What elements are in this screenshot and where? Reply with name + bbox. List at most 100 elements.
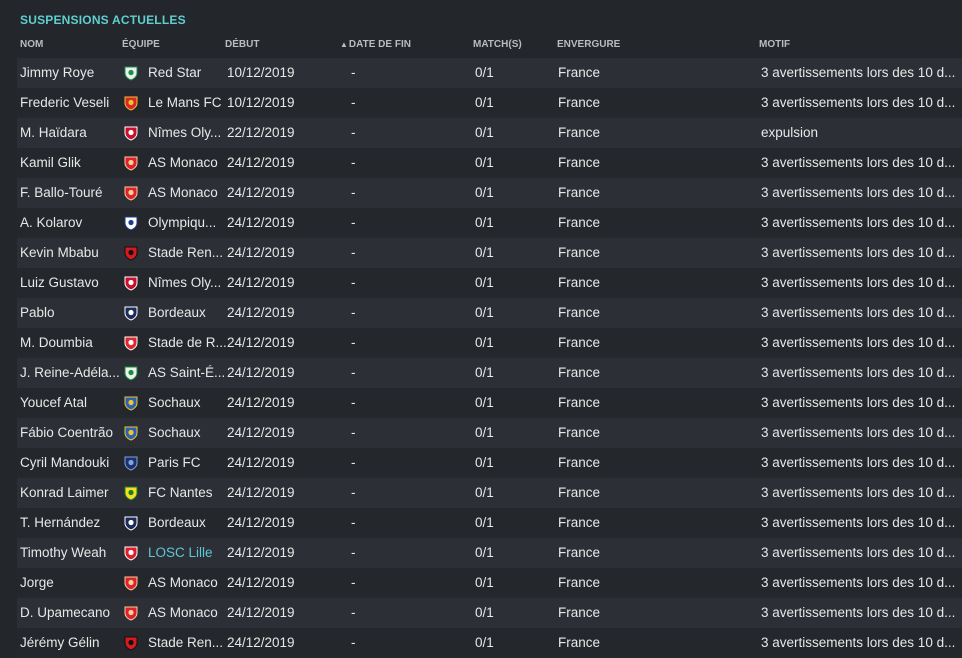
start-date: 24/12/2019 [227,395,295,410]
reason: 3 avertissements lors des 10 d... [761,65,956,80]
table-row[interactable]: Jorge AS Monaco 24/12/2019-0/1 France 3 aver… [17,568,962,598]
scope: France [558,155,601,170]
table-row[interactable]: Cyril Mandouki Paris FC 24/12/2019-0/1 Fran… [17,448,962,478]
end-date: - [351,635,356,650]
player-name[interactable]: Pablo [20,298,120,328]
end-date: - [351,425,356,440]
table-row[interactable]: J. Reine-Adéla... AS Saint-É... 24/12/2019… [17,358,962,388]
table-row[interactable]: D. Upamecano AS Monaco 24/12/2019-0/1 Franc… [17,598,962,628]
start-date: 24/12/2019 [227,515,295,530]
matches-served: 0/1 [475,215,494,230]
table-row[interactable]: T. Hernández Bordeaux 24/12/2019-0/1 France… [17,508,962,538]
player-name[interactable]: D. Upamecano [20,598,120,628]
scope: France [558,425,601,440]
matches-served: 0/1 [475,605,494,620]
table-row[interactable]: Timothy Weah LOSC Lille 24/12/2019-0/1 Fran… [17,538,962,568]
team-crest-icon [123,515,139,531]
table-row[interactable]: Fábio Coentrão Sochaux 24/12/2019-0/1 Franc… [17,418,962,448]
end-date: - [351,215,356,230]
column-header-team[interactable]: ÉQUIPE [122,39,160,50]
player-name[interactable]: Jimmy Roye [20,58,120,88]
matches-served: 0/1 [475,275,494,290]
table-row[interactable]: Kevin Mbabu Stade Ren... 24/12/2019-0/1 Fra… [17,238,962,268]
table-row[interactable]: Pablo Bordeaux 24/12/2019-0/1 France 3 avert… [17,298,962,328]
player-name[interactable]: Timothy Weah [20,538,120,568]
end-date: - [351,335,356,350]
table-row[interactable]: F. Ballo-Touré AS Monaco 24/12/2019-0/1 Fra… [17,178,962,208]
column-header-matches[interactable]: MATCH(S) [473,39,522,50]
team-crest-icon [123,365,139,381]
table-row[interactable]: M. Haïdara Nîmes Oly... 22/12/2019-0/1 Fran… [17,118,962,148]
table-row[interactable]: Frederic Veseli Le Mans FC 10/12/2019-0/1 F… [17,88,962,118]
reason: 3 avertissements lors des 10 d... [761,485,956,500]
column-header-end-label: DATE DE FIN [348,39,411,50]
reason: 3 avertissements lors des 10 d... [761,545,956,560]
table-row[interactable]: M. Doumbia Stade de R... 24/12/2019-0/1 Fra… [17,328,962,358]
matches-served: 0/1 [475,515,494,530]
reason: 3 avertissements lors des 10 d... [761,395,956,410]
player-name[interactable]: Fábio Coentrão [20,418,120,448]
matches-served: 0/1 [475,425,494,440]
player-name[interactable]: T. Hernández [20,508,120,538]
matches-served: 0/1 [475,155,494,170]
player-name[interactable]: Jérémy Gélin [20,628,120,658]
team-crest-icon [123,305,139,321]
reason: 3 avertissements lors des 10 d... [761,95,956,110]
reason: 3 avertissements lors des 10 d... [761,275,956,290]
table-row[interactable]: Konrad Laimer FC Nantes 24/12/2019-0/1 Fran… [17,478,962,508]
column-header-end[interactable]: ▲DATE DE FIN [340,39,411,50]
table-row[interactable]: Kamil Glik AS Monaco 24/12/2019-0/1 France 3… [17,148,962,178]
scope: France [558,575,601,590]
reason: 3 avertissements lors des 10 d... [761,215,956,230]
team-crest-icon [123,425,139,441]
end-date: - [351,185,356,200]
scope: France [558,515,601,530]
reason: 3 avertissements lors des 10 d... [761,575,956,590]
player-name[interactable]: M. Haïdara [20,118,120,148]
end-date: - [351,155,356,170]
column-header-scope[interactable]: ENVERGURE [557,39,620,50]
team-crest-icon [123,185,139,201]
player-name[interactable]: M. Doumbia [20,328,120,358]
player-name[interactable]: Luiz Gustavo [20,268,120,298]
player-name[interactable]: J. Reine-Adéla... [20,358,120,388]
matches-served: 0/1 [475,365,494,380]
player-name[interactable]: Kevin Mbabu [20,238,120,268]
reason: 3 avertissements lors des 10 d... [761,185,956,200]
start-date: 24/12/2019 [227,455,295,470]
table-row[interactable]: Youcef Atal Sochaux 24/12/2019-0/1 France 3 … [17,388,962,418]
reason: 3 avertissements lors des 10 d... [761,245,956,260]
table-row[interactable]: Jimmy Roye Red Star 10/12/2019-0/1 France 3 … [17,58,962,88]
matches-served: 0/1 [475,335,494,350]
matches-served: 0/1 [475,305,494,320]
team-crest-icon [123,545,139,561]
team-crest-icon [123,275,139,291]
player-name[interactable]: F. Ballo-Touré [20,178,120,208]
player-name[interactable]: Frederic Veseli [20,88,120,118]
matches-served: 0/1 [475,575,494,590]
start-date: 24/12/2019 [227,245,295,260]
start-date: 24/12/2019 [227,155,295,170]
matches-served: 0/1 [475,485,494,500]
scope: France [558,365,601,380]
column-header-reason[interactable]: MOTIF [759,39,790,50]
end-date: - [351,515,356,530]
end-date: - [351,575,356,590]
column-header-name[interactable]: NOM [20,39,43,50]
player-name[interactable]: Konrad Laimer [20,478,120,508]
start-date: 24/12/2019 [227,305,295,320]
player-name[interactable]: Cyril Mandouki [20,448,120,478]
player-name[interactable]: A. Kolarov [20,208,120,238]
team-crest-icon [123,395,139,411]
reason: expulsion [761,125,819,140]
table-row[interactable]: A. Kolarov Olympiqu... 24/12/2019-0/1 Franc… [17,208,962,238]
column-header-start[interactable]: DÉBUT [225,39,259,50]
start-date: 24/12/2019 [227,335,295,350]
player-name[interactable]: Kamil Glik [20,148,120,178]
start-date: 24/12/2019 [227,485,295,500]
table-row[interactable]: Jérémy Gélin Stade Ren... 24/12/2019-0/1 Fr… [17,628,962,658]
player-name[interactable]: Jorge [20,568,120,598]
reason: 3 avertissements lors des 10 d... [761,305,956,320]
player-name[interactable]: Youcef Atal [20,388,120,418]
table-row[interactable]: Luiz Gustavo Nîmes Oly... 24/12/2019-0/1 Fr… [17,268,962,298]
